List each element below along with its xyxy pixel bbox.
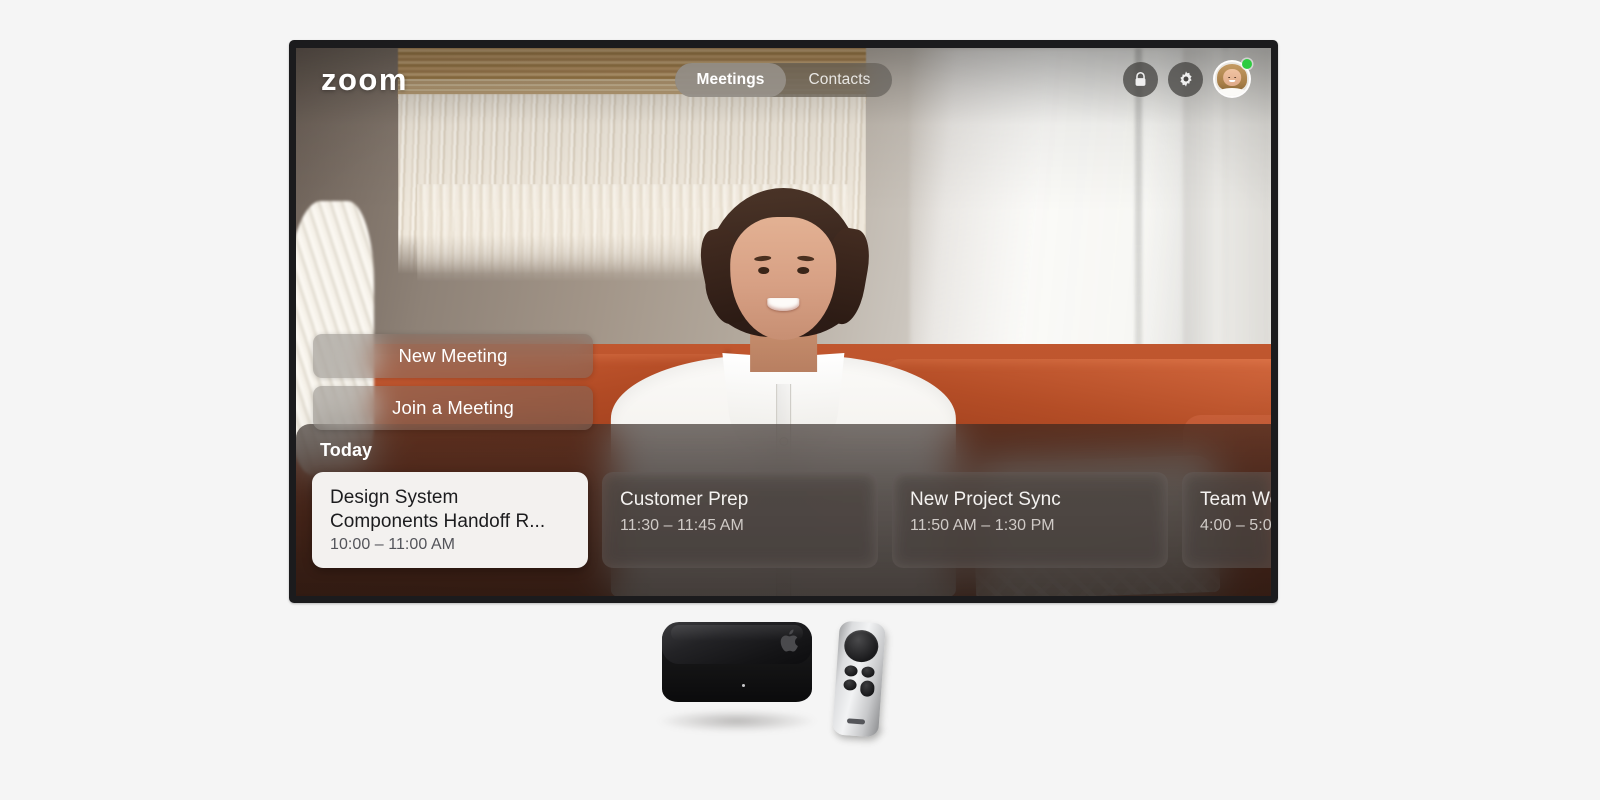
meeting-title: Customer Prep: [620, 489, 749, 510]
meeting-card[interactable]: New Project Sync 11:50 AM – 1:30 PM: [892, 472, 1168, 568]
meeting-time: 4:00 – 5:00: [1200, 517, 1271, 534]
volume-button: [859, 680, 875, 698]
tv-button: [861, 666, 875, 679]
clickpad: [843, 628, 880, 664]
primary-actions: New Meeting Join a Meeting: [313, 334, 593, 430]
status-led: [742, 684, 745, 687]
usb-c-port: [846, 718, 866, 725]
meeting-title: Design System Components Handoff R...: [330, 487, 546, 532]
tab-meetings[interactable]: Meetings: [674, 63, 787, 97]
meeting-card[interactable]: Team Wee 4:00 – 5:00: [1182, 472, 1271, 568]
new-meeting-button[interactable]: New Meeting: [313, 334, 593, 378]
meeting-time: 11:50 AM – 1:30 PM: [910, 517, 1055, 534]
apple-logo-icon: [780, 629, 798, 652]
meeting-card-list[interactable]: Design System Components Handoff R... 10…: [312, 472, 1271, 568]
settings-button[interactable]: [1168, 61, 1203, 97]
tab-contacts[interactable]: Contacts: [787, 63, 893, 97]
zoom-logo: zoom: [321, 62, 408, 97]
today-heading: Today: [320, 440, 373, 460]
app-top-bar: zoom Meetings Contacts: [296, 48, 1271, 116]
apple-tv-device: [640, 608, 940, 768]
profile-button[interactable]: [1213, 59, 1252, 98]
join-meeting-button[interactable]: Join a Meeting: [313, 386, 593, 430]
lock-icon: [1135, 71, 1146, 86]
mute-button: [843, 678, 857, 691]
meeting-title: Team Wee: [1200, 489, 1271, 510]
meeting-card[interactable]: Design System Components Handoff R... 10…: [312, 472, 588, 568]
television-frame: zoom Meetings Contacts New Meeting Join …: [289, 40, 1278, 603]
main-tabs: Meetings Contacts: [674, 63, 893, 97]
meeting-time: 10:00 – 11:00 AM: [330, 536, 456, 553]
meeting-title: New Project Sync: [910, 489, 1061, 510]
screenshot-stage: zoom Meetings Contacts New Meeting Join …: [0, 0, 1600, 800]
siri-remote: [832, 620, 886, 738]
meeting-time: 11:30 – 11:45 AM: [620, 517, 744, 534]
status-badge: [1242, 59, 1252, 69]
today-panel: Today Design System Components Handoff R…: [296, 424, 1271, 596]
meeting-card[interactable]: Customer Prep 11:30 – 11:45 AM: [602, 472, 878, 568]
lock-button[interactable]: [1123, 61, 1158, 97]
tv-screen: zoom Meetings Contacts New Meeting Join …: [296, 48, 1271, 596]
back-button: [844, 664, 858, 677]
gear-icon: [1179, 71, 1192, 87]
top-right-controls: [1123, 59, 1252, 98]
